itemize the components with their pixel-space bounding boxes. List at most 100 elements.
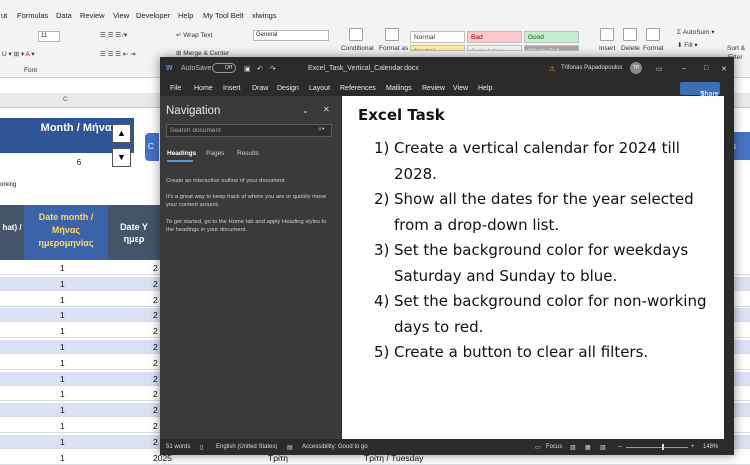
proofing-icon[interactable]: ▯ xyxy=(200,444,203,451)
insert-cells-label[interactable]: Insert xyxy=(599,45,615,52)
redo-icon[interactable]: ↷ xyxy=(270,65,276,73)
accessibility-status[interactable]: Accessibility: Good to go xyxy=(302,444,368,450)
style-check-cell[interactable]: Check Cell xyxy=(524,45,579,51)
format-as-table-label[interactable]: Format as xyxy=(379,45,408,52)
tab-view[interactable]: View xyxy=(453,85,468,92)
nav-tab-headings[interactable]: Headings xyxy=(167,150,196,157)
cell-month[interactable]: 1 xyxy=(60,342,65,352)
style-bad[interactable]: Bad xyxy=(467,31,522,43)
excel-shape-button-left[interactable]: C xyxy=(145,133,159,161)
conditional-formatting-label[interactable]: Conditional xyxy=(341,45,374,52)
cell-month[interactable]: 1 xyxy=(60,279,65,289)
tab-help[interactable]: Help xyxy=(478,85,492,92)
cell-year[interactable]: 2 xyxy=(153,310,158,320)
autosum-button[interactable]: Σ AutoSum ▾ xyxy=(677,28,715,36)
tab-references[interactable]: References xyxy=(340,85,376,92)
print-layout-icon[interactable]: ▦ xyxy=(585,444,591,451)
ribbon-display-icon[interactable]: ▭ xyxy=(656,65,663,73)
nav-tab-pages[interactable]: Pages xyxy=(206,150,224,157)
wrap-text-button[interactable]: ↵ Wrap Text xyxy=(176,31,212,39)
cell-month[interactable]: 1 xyxy=(60,405,65,415)
excel-menu-review[interactable]: Review xyxy=(80,11,105,20)
focus-button[interactable]: Focus xyxy=(546,444,562,450)
close-pane-icon[interactable]: ✕ xyxy=(323,105,330,114)
zoom-level[interactable]: 148% xyxy=(703,444,718,450)
spin-down-button[interactable]: ▼ xyxy=(112,148,131,167)
excel-menu-help[interactable]: Help xyxy=(178,11,193,20)
insert-cells-icon[interactable] xyxy=(600,28,614,41)
cell-year[interactable]: 2 xyxy=(153,437,158,447)
cell-month[interactable]: 1 xyxy=(60,437,65,447)
format-as-table-icon[interactable] xyxy=(385,28,399,41)
spin-up-button[interactable]: ▲ xyxy=(112,124,131,143)
search-input[interactable]: Search document xyxy=(166,124,332,137)
search-icon[interactable]: ⌕▾ xyxy=(318,126,325,134)
web-layout-icon[interactable]: ▧ xyxy=(600,444,606,451)
tab-home[interactable]: Home xyxy=(194,85,213,92)
zoom-out-icon[interactable]: – xyxy=(618,444,621,450)
excel-menu-developer[interactable]: Developer xyxy=(136,11,170,20)
chevron-down-icon[interactable]: ⌄ xyxy=(302,106,309,115)
tab-mailings[interactable]: Mailings xyxy=(386,85,412,92)
style-good[interactable]: Good xyxy=(524,31,579,43)
cell-month[interactable]: 1 xyxy=(60,263,65,273)
undo-icon[interactable]: ↶ xyxy=(257,65,263,73)
cell-month[interactable]: 1 xyxy=(60,453,65,463)
sort-filter-label[interactable]: Sort & xyxy=(727,45,745,52)
number-format-select[interactable]: General xyxy=(253,30,329,41)
excel-menu-xlwings[interactable]: xlwings xyxy=(252,11,277,20)
format-cells-icon[interactable] xyxy=(646,28,660,41)
align-icons-2[interactable]: ☰ ☰ ☰ ⇤ ⇥ xyxy=(100,50,136,58)
tab-draw[interactable]: Draw xyxy=(252,85,268,92)
cell-year[interactable]: 2 xyxy=(153,389,158,399)
excel-menu-formulas[interactable]: Formulas xyxy=(17,11,48,20)
cell-month[interactable]: 1 xyxy=(60,389,65,399)
cell-year[interactable]: 2 xyxy=(153,295,158,305)
vertical-scrollbar[interactable] xyxy=(724,96,734,439)
nav-tab-results[interactable]: Results xyxy=(237,150,259,157)
zoom-in-icon[interactable]: + xyxy=(691,444,695,450)
tab-layout[interactable]: Layout xyxy=(309,85,330,92)
document-page[interactable]: Excel Task 1) Create a vertical calendar … xyxy=(342,96,724,439)
merge-center-button[interactable]: ⊞ Merge & Center xyxy=(176,49,229,57)
zoom-slider-knob[interactable] xyxy=(662,444,664,450)
style-neutral[interactable]: Neutral xyxy=(410,45,465,51)
fill-button[interactable]: ⬇ Fill ▾ xyxy=(677,41,698,49)
style-normal[interactable]: Normal xyxy=(410,31,465,43)
cell-year[interactable]: 2 xyxy=(153,263,158,273)
language-status[interactable]: English (United States) xyxy=(216,444,277,450)
minimize-icon[interactable]: – xyxy=(682,65,686,72)
cell-year[interactable]: 2 xyxy=(153,342,158,352)
close-icon[interactable]: ✕ xyxy=(721,65,727,73)
excel-menu-my-tool-belt[interactable]: My Tool Belt xyxy=(203,11,244,20)
font-size-select[interactable]: 11 xyxy=(38,31,60,42)
column-header-c[interactable]: C xyxy=(63,96,68,103)
cell-year[interactable]: 2 xyxy=(153,374,158,384)
user-name[interactable]: Trifonas Papadopoulos xyxy=(561,65,623,71)
save-icon[interactable]: ▣ xyxy=(244,65,251,73)
cell-year[interactable]: 2 xyxy=(153,279,158,289)
cell-year[interactable]: 2 xyxy=(153,326,158,336)
excel-menu-data[interactable]: Data xyxy=(56,11,72,20)
conditional-formatting-icon[interactable] xyxy=(349,28,363,41)
word-count[interactable]: 51 words xyxy=(166,444,190,450)
tab-design[interactable]: Design xyxy=(277,85,299,92)
cell-year[interactable]: 2 xyxy=(153,405,158,415)
cell-month[interactable]: 1 xyxy=(60,374,65,384)
format-cells-label[interactable]: Format xyxy=(643,45,664,52)
underline-button[interactable]: U ▾ ⊞ ▾ A ▾ xyxy=(2,50,35,58)
maximize-icon[interactable]: □ xyxy=(704,65,708,72)
tab-insert[interactable]: Insert xyxy=(223,85,241,92)
cell-month[interactable]: 1 xyxy=(60,421,65,431)
style-calculation[interactable]: Calculation xyxy=(467,45,522,51)
delete-cells-icon[interactable] xyxy=(623,28,637,41)
excel-menu-view[interactable]: View xyxy=(113,11,129,20)
delete-cells-label[interactable]: Delete xyxy=(621,45,640,52)
excel-menu-item[interactable]: ut xyxy=(1,11,7,20)
share-button[interactable]: ⇪ Share xyxy=(680,82,720,98)
cell-month[interactable]: 1 xyxy=(60,310,65,320)
tab-file[interactable]: File xyxy=(170,85,181,92)
tab-review[interactable]: Review xyxy=(422,85,445,92)
align-icons[interactable]: ☰ ☰ ☰ ⁄▾ xyxy=(100,31,127,39)
cell-year[interactable]: 2 xyxy=(153,421,158,431)
